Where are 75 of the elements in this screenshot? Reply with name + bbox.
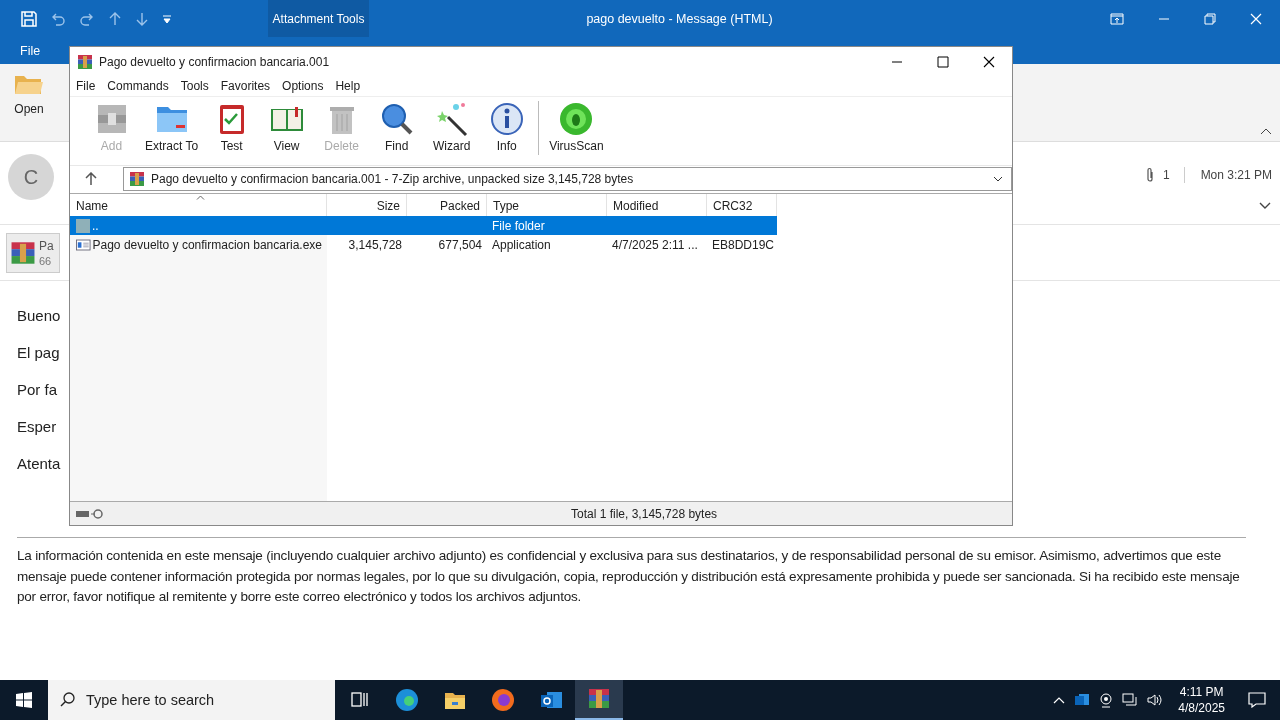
info-button[interactable]: Info: [479, 101, 535, 153]
archive-icon: [77, 53, 93, 70]
chevron-up-icon[interactable]: [1053, 696, 1066, 704]
find-button[interactable]: Find: [369, 101, 425, 153]
application-icon: [76, 238, 91, 251]
extract-button[interactable]: Extract To: [139, 101, 205, 153]
wizard-button[interactable]: Wizard: [424, 101, 480, 153]
restore-icon[interactable]: [1204, 12, 1216, 25]
attachment-card[interactable]: Pa 66: [6, 232, 60, 273]
outlook-tray-icon[interactable]: [1074, 692, 1091, 708]
cell-text: File folder: [492, 218, 545, 233]
menu-item[interactable]: Tools: [180, 79, 209, 93]
winrar-icon[interactable]: [575, 680, 623, 720]
attachment-name: Pa: [39, 238, 54, 253]
sender-avatar: C: [8, 154, 54, 200]
info-icon: [488, 101, 525, 137]
collapse-ribbon-icon[interactable]: [1260, 127, 1272, 135]
virusscan-icon: [558, 101, 595, 137]
search-field[interactable]: Type here to search: [48, 680, 335, 720]
search-icon: [60, 692, 76, 708]
network-icon[interactable]: [1122, 693, 1139, 707]
file-tab[interactable]: File: [0, 43, 51, 58]
cell-text: 677,504: [438, 237, 482, 252]
cell-text: EB8DD19C: [712, 237, 775, 252]
file-row[interactable]: .. File folder: [70, 216, 777, 235]
open-button[interactable]: Open: [12, 72, 46, 133]
notifications-icon[interactable]: [1248, 692, 1266, 708]
menu-item[interactable]: Favorites: [220, 79, 271, 93]
archive-icon: [129, 171, 145, 187]
close-icon[interactable]: [983, 55, 995, 68]
cell-text: Pago devuelto y confirmacion bancaria.exe: [92, 237, 322, 252]
file-row[interactable]: Pago devuelto y confirmacion bancaria.exe 3,145,728 677,504 Application 4/7/2025 2:11 ... EB8DD19C: [70, 235, 777, 254]
ribbon-display-icon[interactable]: [1110, 12, 1124, 25]
drive-icon: [75, 508, 105, 519]
disclaimer-text: La información contenida en este mensaje (incluyendo cualquier archivo adjunto) es confidencial y exclusiva para sus destinatarios, y de responsabilidad personal de su emisor. Asimismo, advertimos que este mensaje puede contener información protegida por normas legales, por lo que su divulgación, copia, reproducción y distribución está expresamente prohibida y puede ser sancionada. Si ha recibido este mensaje por error, favor notifique al remitente y borre este correo electrónico y todos los archivos adjuntos.: [17, 547, 1241, 606]
up-folder-icon[interactable]: [85, 172, 97, 186]
cell-text: Application: [492, 237, 551, 252]
down-arrow-icon[interactable]: [135, 10, 149, 27]
contextual-tab-label: Attachment Tools: [268, 0, 369, 37]
body-line: Por fa: [17, 381, 59, 398]
address-field[interactable]: Pago devuelto y confirmacion bancaria.001 - 7-Zip archive, unpacked size 3,145,728 bytes: [123, 167, 1012, 191]
view-button[interactable]: View: [259, 101, 315, 153]
test-button[interactable]: Test: [204, 101, 260, 153]
clock-date: 4/8/2025: [1178, 700, 1225, 716]
attachment-count: 1: [1162, 168, 1170, 182]
body-line: Bueno: [17, 307, 62, 324]
body-line: El pag: [17, 344, 61, 361]
expand-header-icon[interactable]: [1259, 202, 1271, 210]
status-text: Total 1 file, 3,145,728 bytes: [571, 506, 718, 521]
paperclip-icon: [1144, 167, 1155, 183]
cell-text: ..: [92, 218, 99, 233]
cell-text: 3,145,728: [348, 237, 402, 252]
body-line: Atenta: [17, 455, 62, 472]
received-date: Mon 3:21 PM: [1200, 168, 1272, 182]
body-line: Esper: [17, 418, 58, 435]
customize-icon[interactable]: [162, 13, 172, 24]
clock-time: 4:11 PM: [1179, 684, 1224, 700]
cell-text: 4/7/2025 2:11 ...: [612, 237, 698, 252]
webcam-icon[interactable]: [1099, 692, 1114, 708]
sort-icon: [196, 195, 205, 200]
menu-item[interactable]: File: [76, 79, 96, 93]
save-icon[interactable]: [21, 10, 37, 27]
menu-item[interactable]: Options: [282, 79, 324, 93]
up-arrow-icon[interactable]: [108, 10, 122, 27]
volume-icon[interactable]: [1147, 693, 1164, 707]
menu-item[interactable]: Commands: [107, 79, 169, 93]
maximize-icon[interactable]: [937, 55, 949, 68]
window-title: pago devuelto - Message (HTML): [585, 11, 774, 26]
dropdown-icon[interactable]: [993, 176, 1003, 182]
menu-item[interactable]: Help: [335, 79, 361, 93]
virusscan-button[interactable]: VirusScan: [543, 101, 610, 153]
start-icon[interactable]: [16, 692, 32, 708]
attachment-size: 66: [39, 254, 53, 267]
folder-icon: [76, 218, 90, 233]
window-title: Pago devuelto y confirmacion bancaria.001: [99, 54, 331, 69]
